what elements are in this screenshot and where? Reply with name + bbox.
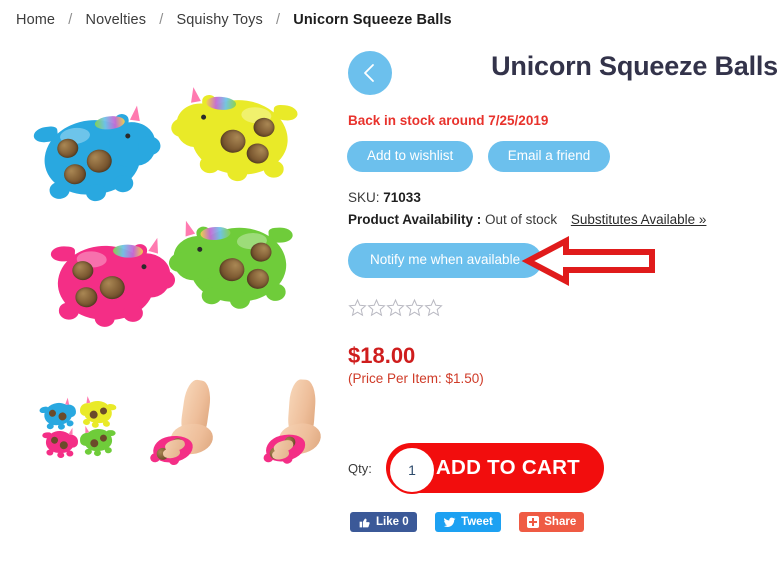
twitter-tweet-label: Tweet — [461, 516, 493, 528]
back-in-stock-notice: Back in stock around 7/25/2019 — [348, 113, 549, 128]
email-a-friend-button[interactable]: Email a friend — [487, 141, 611, 172]
share-label: Share — [544, 516, 577, 528]
thumbnail-1[interactable] — [28, 378, 124, 470]
toy-horn — [129, 104, 142, 122]
breadcrumb-separator: / — [276, 12, 281, 28]
product-media-column — [0, 48, 344, 548]
breadcrumb: Home / Novelties / Squishy Toys / Unicor… — [16, 12, 452, 28]
toy-leg — [58, 302, 80, 320]
toy-leg — [112, 174, 135, 194]
toy-leg — [85, 183, 107, 203]
star-outline-icon — [348, 298, 443, 317]
add-to-wishlist-button[interactable]: Add to wishlist — [347, 141, 474, 172]
facebook-like-label: Like 0 — [376, 516, 409, 528]
breadcrumb-item-novelties[interactable]: Novelties — [86, 12, 147, 28]
sku-label: SKU: — [348, 190, 380, 205]
toy-leg — [201, 286, 223, 305]
substitutes-available-link[interactable]: Substitutes Available » — [571, 212, 707, 227]
hand-squeezing-toy-image — [141, 378, 237, 470]
toy-leg — [263, 159, 285, 179]
product-main-image[interactable] — [18, 62, 323, 362]
thumbnail-strip — [18, 378, 344, 470]
mini-toy-pink — [41, 425, 79, 459]
breadcrumb-separator: / — [68, 12, 73, 28]
toy-horn — [188, 86, 201, 103]
price-per-item: (Price Per Item: $1.50) — [348, 371, 484, 387]
availability-value: Out of stock — [485, 212, 558, 227]
share-button[interactable]: Share — [519, 512, 585, 532]
sku-line: SKU: 71033 — [348, 190, 421, 205]
rating-stars[interactable] — [348, 298, 444, 318]
toy-leg — [94, 309, 115, 328]
toy-leg — [265, 283, 287, 302]
unicorn-toy-green — [168, 209, 296, 315]
toy-leg — [48, 180, 71, 200]
toy-snout — [170, 117, 194, 138]
availability-line: Product Availability : Out of stock Subs… — [348, 212, 706, 227]
secondary-actions: Add to wishlist Email a friend — [347, 141, 620, 172]
breadcrumb-item-squishy-toys[interactable]: Squishy Toys — [176, 12, 262, 28]
mini-toy-green — [79, 423, 117, 457]
page-title: Unicorn Squeeze Balls — [491, 51, 778, 81]
toy-snout — [152, 269, 176, 290]
product-detail-column: Unicorn Squeeze Balls Back in stock arou… — [344, 48, 780, 558]
thumbnail-2[interactable] — [141, 378, 237, 470]
sku-value: 71033 — [383, 190, 421, 205]
price-block: $18.00 (Price Per Item: $1.50) — [348, 344, 484, 386]
breadcrumb-separator: / — [159, 12, 164, 28]
thumbs-up-icon — [359, 518, 370, 527]
breadcrumb-item-home[interactable]: Home — [16, 12, 55, 28]
notify-me-when-available-button[interactable]: Notify me when available — [348, 243, 543, 278]
toy-snout — [137, 135, 162, 157]
toy-leg — [226, 163, 248, 182]
toy-horn — [181, 219, 196, 237]
chevron-left-icon — [364, 64, 374, 82]
hand-squeezing-toy-image — [248, 378, 344, 470]
unicorn-toy-pink — [48, 228, 176, 332]
plus-box-icon — [527, 516, 540, 528]
availability-label: Product Availability : — [348, 212, 482, 227]
toy-leg — [229, 291, 251, 310]
toy-leg — [199, 155, 221, 174]
thumbnail-3[interactable] — [248, 378, 344, 470]
toy-snout — [168, 252, 192, 273]
social-share-row: Like 0 Tweet Share — [350, 512, 598, 534]
qty-label: Qty: — [348, 461, 372, 476]
title-row: Unicorn Squeeze Balls — [344, 48, 780, 95]
quantity-input[interactable] — [388, 446, 436, 494]
facebook-like-button[interactable]: Like 0 — [350, 512, 417, 532]
toy-horn — [148, 236, 163, 254]
back-button[interactable] — [348, 51, 392, 95]
toy-leg — [122, 304, 144, 323]
unicorn-toy-yellow — [170, 80, 300, 188]
twitter-bird-icon — [443, 517, 456, 527]
product-price: $18.00 — [348, 343, 416, 368]
thumbnail-group-image — [39, 395, 118, 459]
breadcrumb-item-current: Unicorn Squeeze Balls — [293, 12, 452, 28]
unicorn-toy-blue — [31, 98, 162, 210]
twitter-tweet-button[interactable]: Tweet — [435, 512, 501, 532]
